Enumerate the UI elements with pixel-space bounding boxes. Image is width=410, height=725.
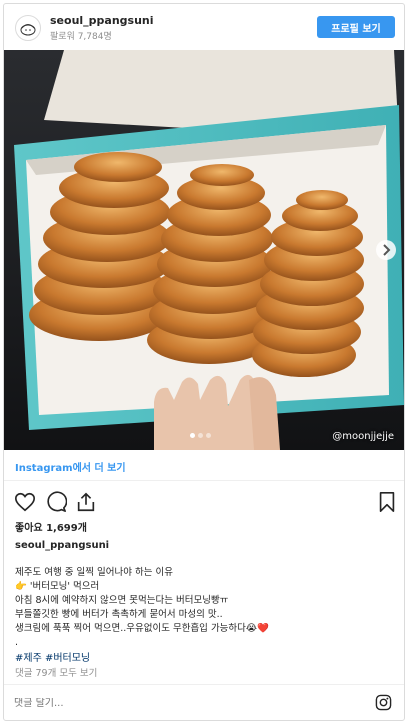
instagram-logo-icon[interactable] [375, 694, 392, 711]
bread-photo-drawing [4, 50, 404, 450]
caption-line: 부들쫄깃한 빵에 버터가 촉촉하게 묻어서 마성의 맛.. [15, 609, 223, 620]
carousel-next-button[interactable] [376, 240, 396, 260]
avatar[interactable] [15, 15, 41, 41]
carousel-indicator [190, 433, 211, 438]
carousel-dot [190, 433, 195, 438]
post-header: seoul_ppangsuni 팔로워 7,784명 프로필 보기 [4, 4, 404, 50]
view-more-on-instagram-link[interactable]: Instagram에서 더 보기 [15, 459, 126, 474]
username[interactable]: seoul_ppangsuni [50, 14, 154, 27]
bookmark-icon[interactable] [376, 491, 398, 513]
divider [4, 684, 404, 685]
view-all-comments-link[interactable]: 댓글 79개 모두 보기 [15, 665, 97, 679]
heart-icon[interactable] [14, 491, 36, 513]
carousel-dot [198, 433, 203, 438]
comment-icon[interactable] [45, 491, 67, 513]
post-photo[interactable]: @moonjjejje [4, 50, 404, 450]
caption-text: 제주도 여행 중 일찍 일어나야 하는 이유 👉 '버터모닝' 먹으러 아침 8… [15, 566, 395, 650]
caption-line: 👉 '버터모닝' 먹으러 [15, 581, 100, 592]
caption-line: . [15, 637, 19, 648]
carousel-dot [206, 433, 211, 438]
caption-line: 아침 8시에 예약하지 않으면 못먹는다는 버터모닝빵ㅠ [15, 595, 229, 606]
photo-watermark: @moonjjejje [332, 431, 394, 442]
follower-count: 팔로워 7,784명 [50, 32, 112, 42]
view-profile-button[interactable]: 프로필 보기 [317, 16, 395, 38]
avatar-drawing [20, 24, 36, 36]
caption-line: 제주도 여행 중 일찍 일어나야 하는 이유 [15, 567, 173, 578]
chevron-right-icon [383, 244, 391, 256]
like-count[interactable]: 좋아요 1,699개 [15, 519, 87, 534]
comment-input[interactable] [14, 698, 354, 709]
instagram-embed: seoul_ppangsuni 팔로워 7,784명 프로필 보기 @moonj… [3, 3, 405, 721]
caption-author[interactable]: seoul_ppangsuni [15, 540, 109, 551]
action-bar [14, 491, 398, 513]
divider [4, 480, 404, 481]
hashtags[interactable]: #제주 #버터모닝 [15, 649, 90, 664]
caption-line: 생크림에 푹푹 찍어 먹으면..우유없이도 무한흡입 가능하다😭❤️ [15, 623, 269, 634]
share-icon[interactable] [75, 491, 97, 513]
